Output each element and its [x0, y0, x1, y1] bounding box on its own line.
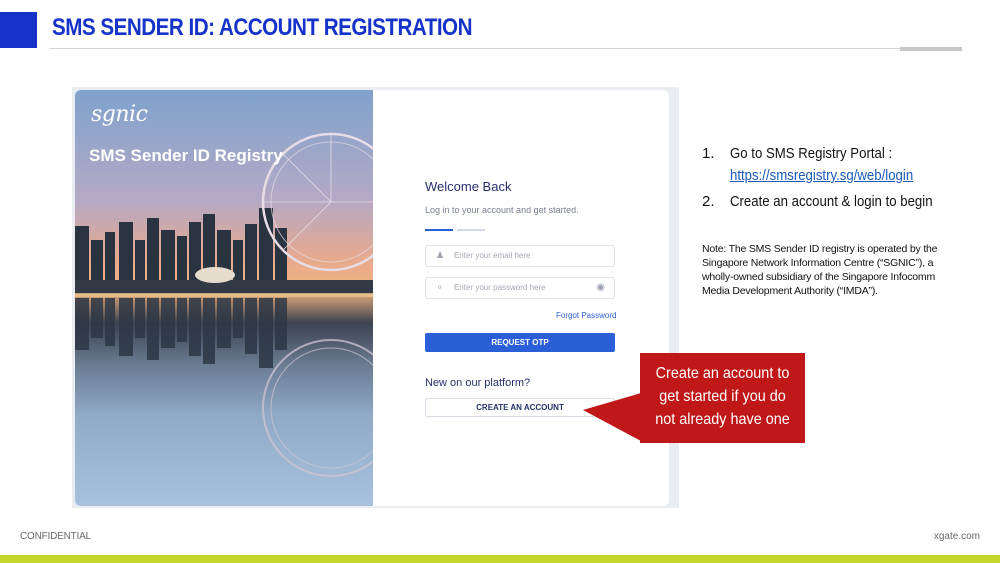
welcome-heading: Welcome Back — [425, 179, 512, 194]
user-icon: ♟ — [436, 250, 445, 260]
singapore-skyline-photo: sgnic SMS Sender ID Registry — [75, 90, 373, 506]
eye-icon[interactable]: ◉ — [596, 282, 605, 293]
instruction-steps: 1. Go to SMS Registry Portal : https://s… — [702, 143, 972, 217]
step-indicator-active — [425, 229, 453, 231]
callout-text: Create an account to get started if you … — [655, 365, 790, 428]
step-number: 2. — [702, 193, 715, 210]
request-otp-button[interactable]: REQUEST OTP — [425, 333, 615, 352]
new-on-platform-text: New on our platform? — [425, 377, 531, 389]
step-number: 1. — [702, 145, 715, 162]
login-panel: Welcome Back Log in to your account and … — [373, 90, 669, 506]
step-text: Go to SMS Registry Portal : — [730, 145, 893, 162]
forgot-password-link[interactable]: Forgot Password — [556, 311, 616, 320]
callout-pointer — [583, 393, 641, 441]
title-accent-block — [0, 12, 37, 48]
footer-website: xgate.com — [933, 531, 980, 542]
welcome-subtitle: Log in to your account and get started. — [425, 205, 579, 215]
key-icon: ⚬ — [436, 282, 444, 292]
title-divider — [50, 48, 962, 49]
instruction-step-1: 1. Go to SMS Registry Portal : https://s… — [702, 143, 972, 187]
footer-confidential: CONFIDENTIAL — [20, 531, 91, 542]
create-account-callout: Create an account to get started if you … — [640, 353, 805, 443]
footer-accent-bar — [0, 555, 1000, 563]
registry-note: Note: The SMS Sender ID registry is oper… — [702, 243, 938, 297]
portal-login-card: sgnic SMS Sender ID Registry Welcome Bac… — [75, 90, 669, 506]
title-divider-accent — [900, 47, 962, 51]
password-field[interactable]: ⚬ Enter your password here ◉ — [425, 277, 615, 299]
password-placeholder: Enter your password here — [454, 283, 546, 292]
sgnic-logo: sgnic — [91, 102, 148, 127]
email-placeholder: Enter your email here — [454, 251, 531, 260]
slide-title: SMS SENDER ID: ACCOUNT REGISTRATION — [52, 14, 473, 41]
step-indicator-inactive — [457, 229, 485, 231]
portal-link[interactable]: https://smsregistry.sg/web/login — [730, 165, 913, 187]
instruction-step-2: 2. Create an account & login to begin — [702, 191, 972, 213]
portal-brand-title: SMS Sender ID Registry — [89, 146, 283, 165]
step-text: Create an account & login to begin — [730, 193, 933, 210]
email-field[interactable]: ♟ Enter your email here — [425, 245, 615, 267]
